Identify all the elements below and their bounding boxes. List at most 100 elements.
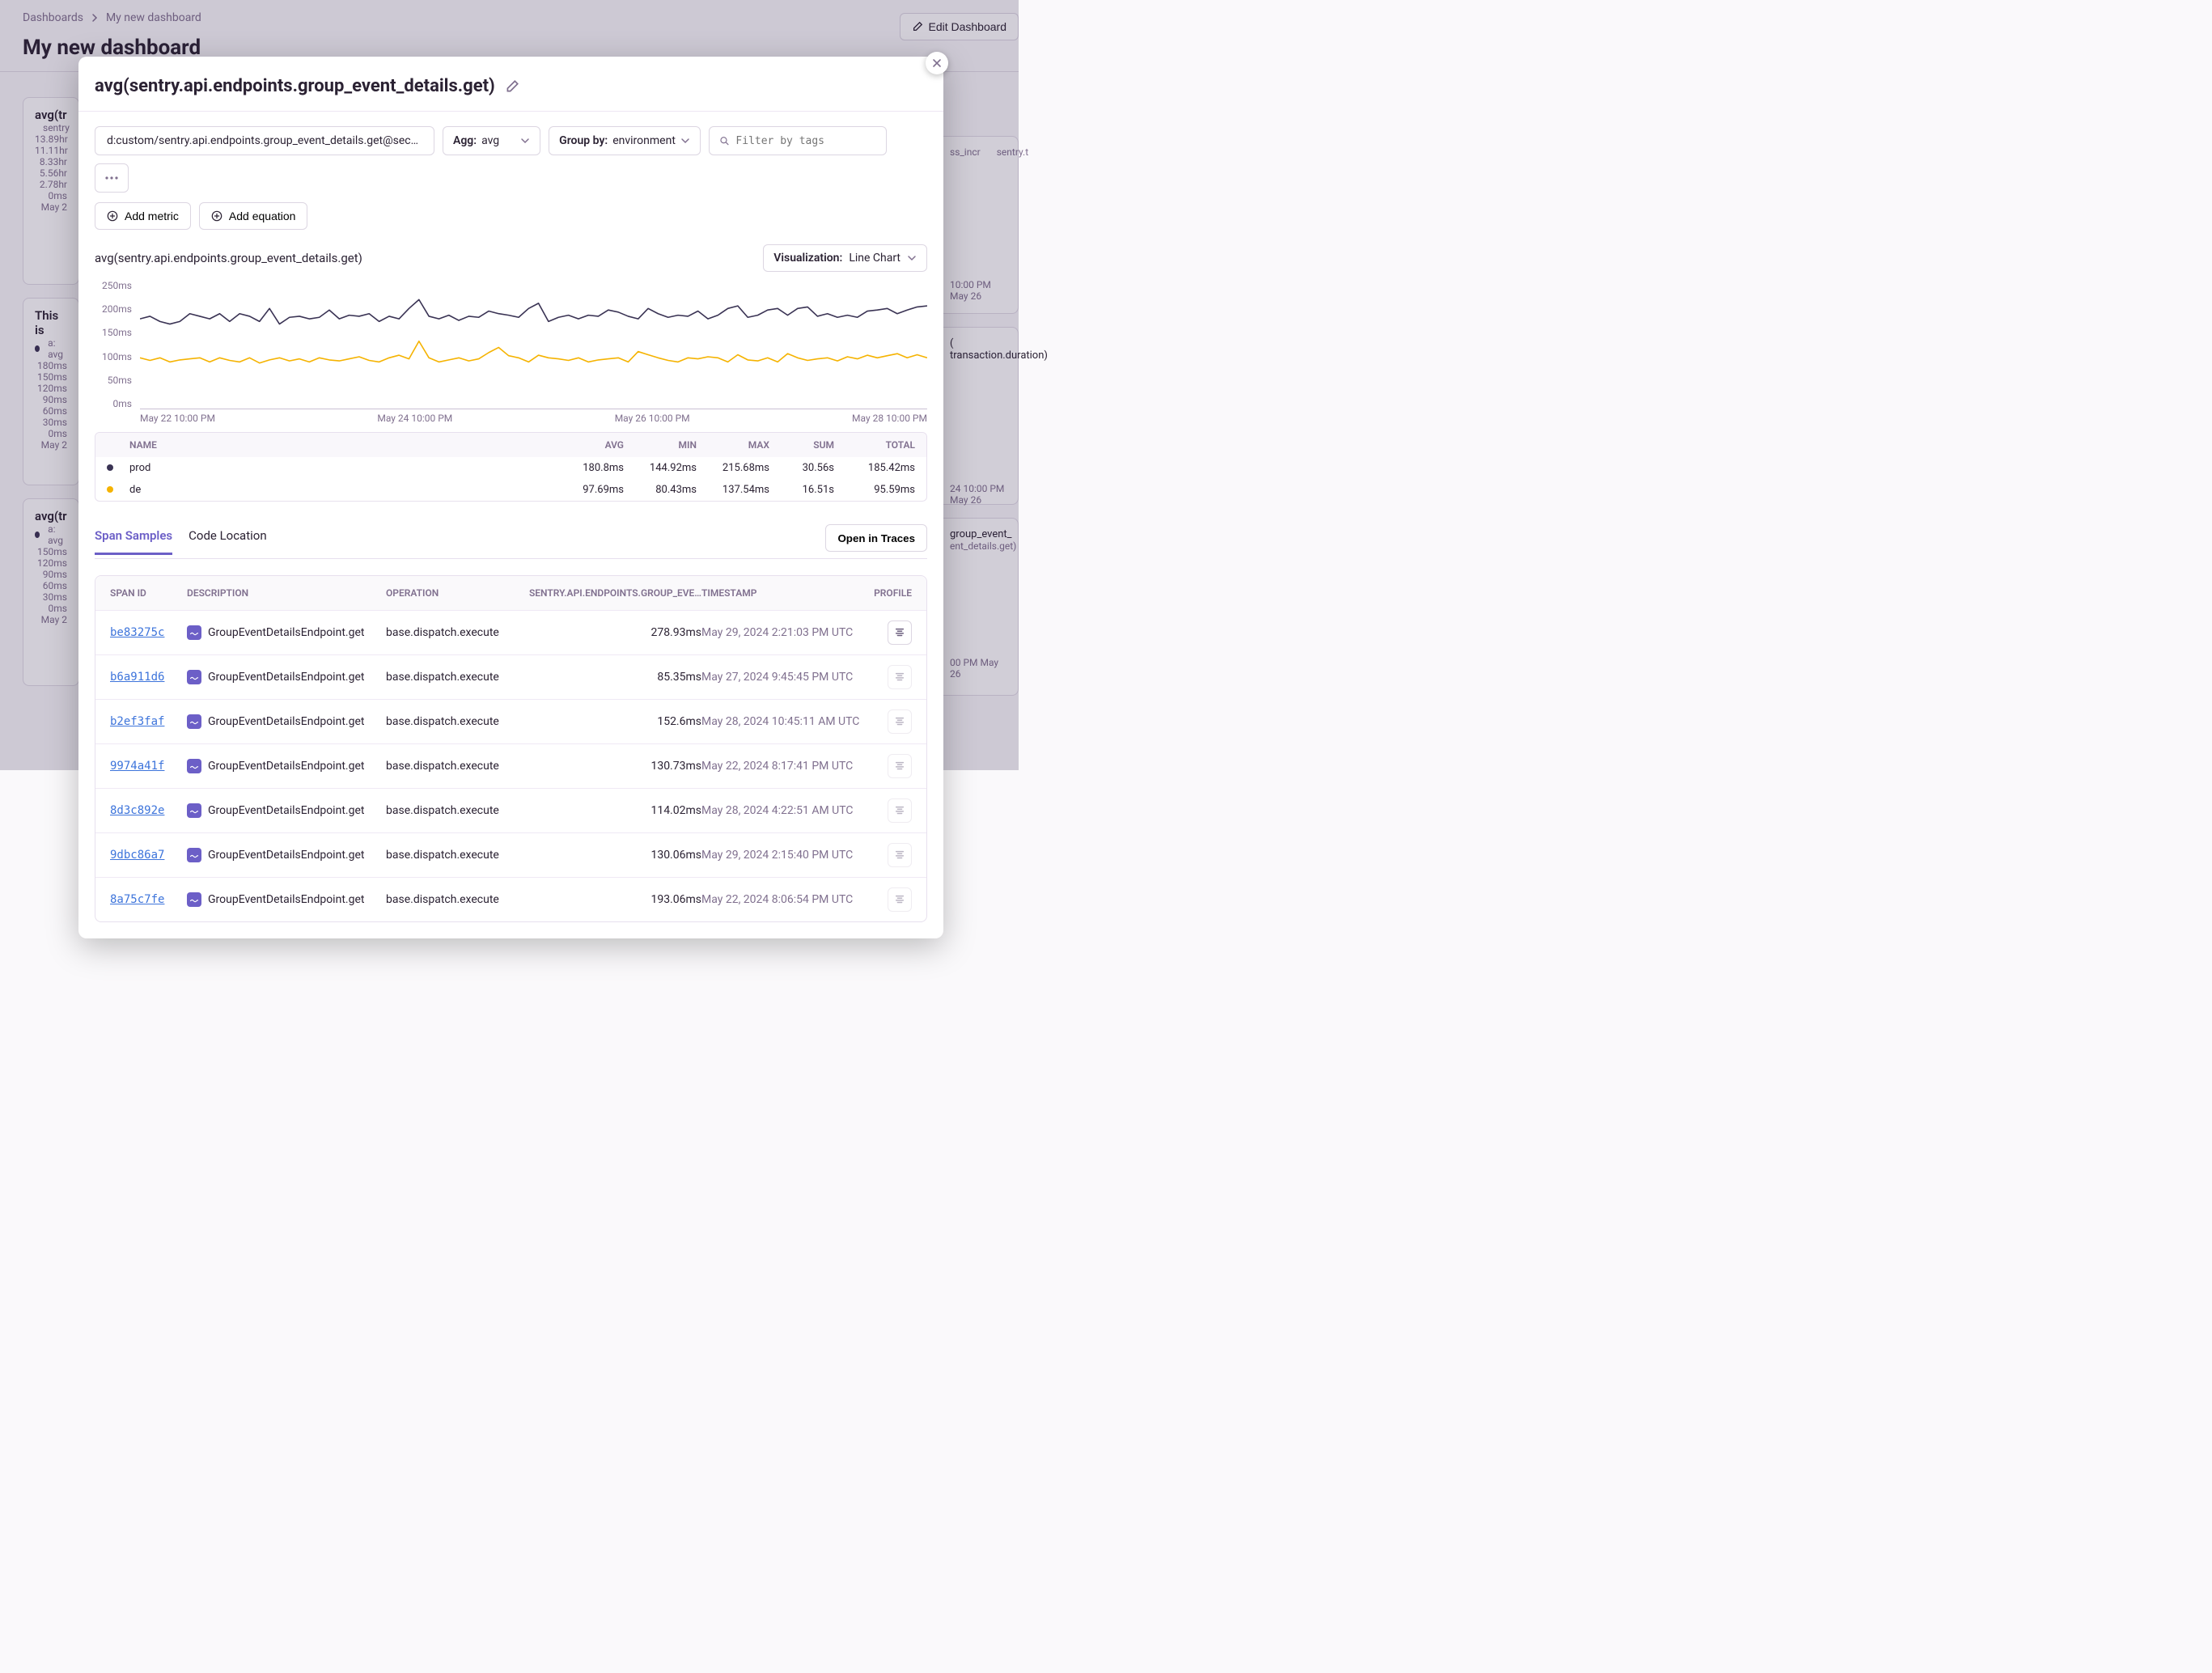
profile-button: [888, 887, 912, 912]
add-equation-button[interactable]: Add equation: [199, 202, 308, 230]
span-row: b6a911d6 GroupEventDetailsEndpoint.get b…: [95, 654, 926, 699]
col-span-id: SPAN ID: [110, 587, 187, 599]
profile-button: [888, 798, 912, 823]
col-name: NAME: [129, 439, 551, 451]
col-timestamp: TIMESTAMP: [701, 587, 863, 599]
span-timestamp: May 28, 2024 4:22:51 AM UTC: [701, 804, 863, 817]
more-options-button[interactable]: [95, 163, 129, 193]
span-timestamp: May 29, 2024 2:21:03 PM UTC: [701, 626, 863, 639]
visualization-dropdown[interactable]: Visualization: Line Chart: [763, 244, 927, 272]
close-button[interactable]: [926, 52, 948, 74]
series-row[interactable]: de97.69ms80.43ms137.54ms16.51s95.59ms: [95, 479, 926, 501]
chevron-down-icon: [680, 136, 690, 146]
project-icon: [187, 759, 201, 773]
filter-by-tags-input[interactable]: [709, 126, 887, 155]
span-timestamp: May 28, 2024 10:45:11 AM UTC: [701, 715, 863, 728]
plus-circle-icon: [107, 210, 118, 222]
span-row: be83275c GroupEventDetailsEndpoint.get b…: [95, 610, 926, 654]
span-description: GroupEventDetailsEndpoint.get: [208, 760, 364, 773]
span-row: 9974a41f GroupEventDetailsEndpoint.get b…: [95, 743, 926, 788]
profile-icon: [894, 894, 905, 905]
span-id-link[interactable]: b2ef3faf: [110, 715, 164, 728]
close-icon: [932, 58, 942, 68]
search-icon: [719, 135, 730, 146]
profile-icon: [894, 849, 905, 861]
span-id-link[interactable]: b6a911d6: [110, 671, 164, 684]
profile-button: [888, 709, 912, 734]
span-metric: 278.93ms: [523, 626, 701, 639]
span-id-link[interactable]: 8d3c892e: [110, 804, 164, 817]
span-row: 8d3c892e GroupEventDetailsEndpoint.get b…: [95, 788, 926, 832]
ellipsis-icon: [105, 176, 118, 180]
span-timestamp: May 22, 2024 8:17:41 PM UTC: [701, 760, 863, 773]
project-icon: [187, 625, 201, 640]
profile-button: [888, 754, 912, 778]
span-operation: base.dispatch.execute: [386, 715, 523, 728]
span-row: b2ef3faf GroupEventDetailsEndpoint.get b…: [95, 699, 926, 743]
span-operation: base.dispatch.execute: [386, 804, 523, 817]
agg-dropdown[interactable]: Agg: avg: [443, 126, 540, 155]
col-total: TOTAL: [834, 439, 915, 451]
span-description: GroupEventDetailsEndpoint.get: [208, 626, 364, 639]
span-id-link[interactable]: 9974a41f: [110, 760, 164, 773]
span-metric: 114.02ms: [523, 804, 701, 817]
span-id-link[interactable]: 9dbc86a7: [110, 849, 164, 862]
span-id-link[interactable]: be83275c: [110, 626, 164, 639]
span-operation: base.dispatch.execute: [386, 760, 523, 773]
span-timestamp: May 22, 2024 8:06:54 PM UTC: [701, 893, 863, 906]
profile-icon: [894, 760, 905, 772]
span-row: 9dbc86a7 GroupEventDetailsEndpoint.get b…: [95, 832, 926, 877]
span-metric: 85.35ms: [523, 671, 701, 684]
span-description: GroupEventDetailsEndpoint.get: [208, 893, 364, 906]
project-icon: [187, 848, 201, 862]
span-description: GroupEventDetailsEndpoint.get: [208, 849, 364, 862]
span-operation: base.dispatch.execute: [386, 849, 523, 862]
profile-button: [888, 665, 912, 689]
chevron-down-icon: [520, 136, 530, 146]
tab-code-location[interactable]: Code Location: [189, 528, 267, 554]
col-sum: SUM: [769, 439, 834, 451]
span-samples-table: SPAN ID DESCRIPTION OPERATION SENTRY.API…: [95, 575, 927, 922]
span-operation: base.dispatch.execute: [386, 893, 523, 906]
add-equation-label: Add equation: [229, 210, 296, 222]
profile-icon: [894, 671, 905, 683]
span-timestamp: May 27, 2024 9:45:45 PM UTC: [701, 671, 863, 684]
chart-title: avg(sentry.api.endpoints.group_event_det…: [95, 251, 362, 265]
open-in-traces-button[interactable]: Open in Traces: [825, 524, 927, 552]
plus-circle-icon: [211, 210, 222, 222]
pencil-icon[interactable]: [505, 79, 519, 94]
span-description: GroupEventDetailsEndpoint.get: [208, 715, 364, 728]
span-metric: 130.06ms: [523, 849, 701, 862]
tab-span-samples[interactable]: Span Samples: [95, 528, 172, 555]
profile-icon: [894, 805, 905, 816]
add-metric-label: Add metric: [125, 210, 179, 222]
chevron-down-icon: [907, 253, 917, 263]
span-metric: 193.06ms: [523, 893, 701, 906]
project-icon: [187, 803, 201, 818]
col-operation: OPERATION: [386, 587, 523, 599]
span-operation: base.dispatch.execute: [386, 671, 523, 684]
span-timestamp: May 29, 2024 2:15:40 PM UTC: [701, 849, 863, 862]
col-metric: SENTRY.API.ENDPOINTS.GROUP_EVE…: [523, 587, 701, 599]
project-icon: [187, 670, 201, 684]
metric-detail-modal: avg(sentry.api.endpoints.group_event_det…: [78, 57, 943, 938]
span-description: GroupEventDetailsEndpoint.get: [208, 671, 364, 684]
span-metric: 130.73ms: [523, 760, 701, 773]
span-description: GroupEventDetailsEndpoint.get: [208, 804, 364, 817]
modal-title: avg(sentry.api.endpoints.group_event_det…: [95, 76, 495, 96]
col-avg: AVG: [551, 439, 624, 451]
tabs: Span Samples Code Location: [95, 528, 267, 554]
line-chart: 250ms200ms150ms100ms50ms0ms May 22 10:00…: [95, 280, 927, 426]
col-description: DESCRIPTION: [187, 587, 386, 599]
add-metric-button[interactable]: Add metric: [95, 202, 191, 230]
groupby-dropdown[interactable]: Group by: environment: [549, 126, 701, 155]
profile-icon: [894, 627, 905, 638]
profile-icon: [894, 716, 905, 727]
span-metric: 152.6ms: [523, 715, 701, 728]
series-row[interactable]: prod180.8ms144.92ms215.68ms30.56s185.42m…: [95, 457, 926, 479]
span-id-link[interactable]: 8a75c7fe: [110, 893, 164, 906]
span-row: 8a75c7fe GroupEventDetailsEndpoint.get b…: [95, 877, 926, 921]
col-min: MIN: [624, 439, 697, 451]
metric-input[interactable]: d:custom/sentry.api.endpoints.group_even…: [95, 126, 434, 155]
profile-button[interactable]: [888, 620, 912, 645]
